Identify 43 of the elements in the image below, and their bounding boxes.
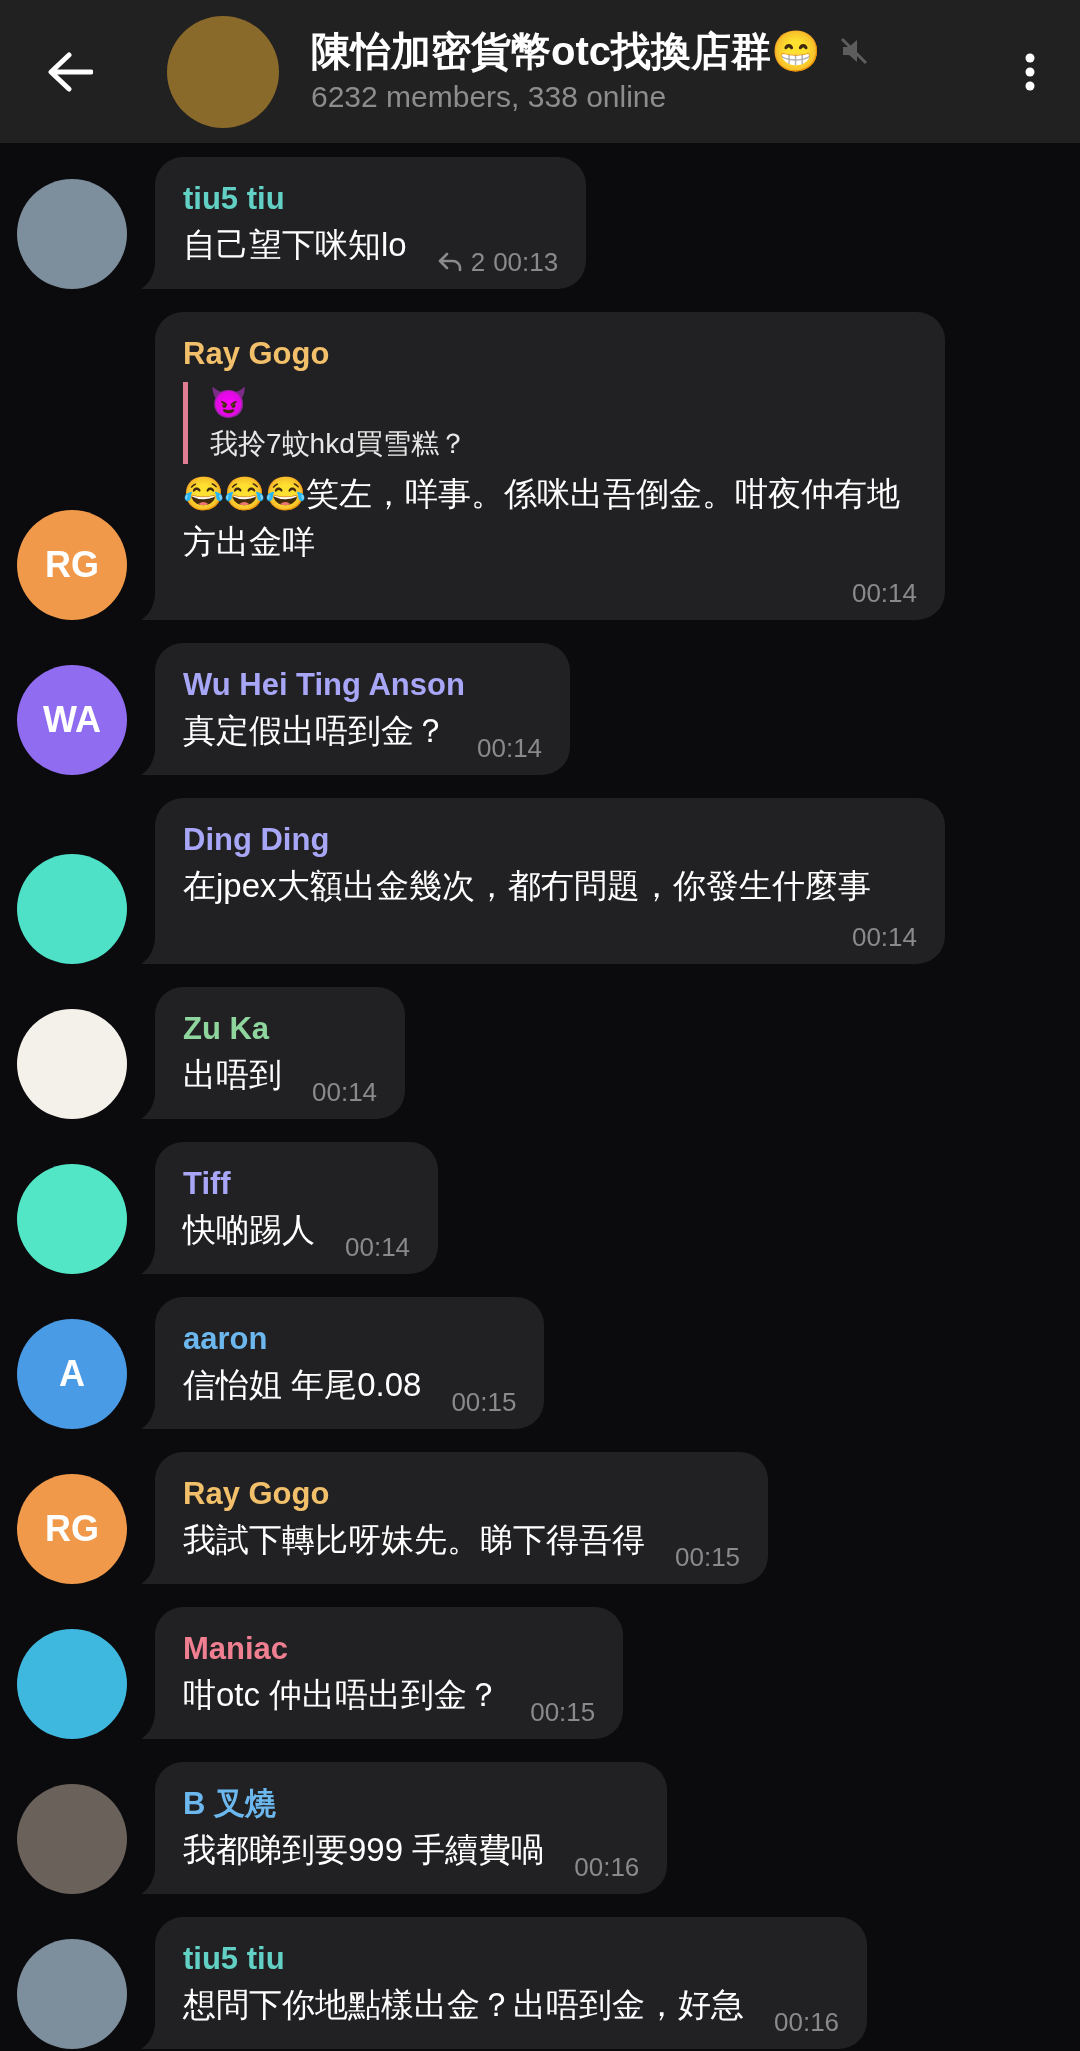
sender-name[interactable]: Wu Hei Ting Anson [183,663,543,707]
reply-arrow-icon [436,251,463,273]
message-time: 00:15 [530,1696,596,1729]
message-time: 00:14 [851,577,917,610]
message-time: 00:14 [345,1231,411,1264]
message-text: 我都睇到要999 手續費喎 [183,1830,545,1870]
message-time: 00:13 [493,246,559,279]
message-time: 00:15 [451,1386,517,1419]
message-time: 00:16 [774,2006,840,2039]
sender-name[interactable]: B 叉燒 [183,1782,640,1826]
message-text: 信怡姐 年尾0.08 [183,1365,422,1405]
avatar-initials[interactable]: WA [17,665,127,775]
more-vertical-icon [1025,52,1035,91]
reply-quote[interactable]: 😈 我拎7蚊hkd買雪糕？ [183,382,917,464]
group-title: 陳怡加密貨幣otc找換店群😁 [311,27,821,75]
back-arrow-icon [47,51,93,92]
message-text: 我試下轉比呀妹先。睇下得吾得 [183,1520,645,1560]
sender-name[interactable]: aaron [183,1317,517,1361]
message-text: 在jpex大額出金幾次，都冇問題，你發生什麼事 [183,866,871,906]
sender-name[interactable]: Tiff [183,1162,411,1206]
message-time: 00:16 [574,1851,640,1884]
message-time: 00:15 [675,1541,741,1574]
message-time: 00:14 [312,1076,378,1109]
message-text: 咁otc 仲出唔出到金？ [183,1675,501,1715]
message-text: 出唔到 [183,1055,282,1095]
sender-name[interactable]: tiu5 tiu [183,1937,840,1981]
sender-name[interactable]: Maniac [183,1627,596,1671]
sender-name[interactable]: tiu5 tiu [183,177,559,221]
quote-emoji: 😈 [210,385,247,421]
message-text: 😂😂😂笑左，咩事。係咪出吾倒金。咁夜仲有地方出金咩 [183,474,901,562]
quote-text: 我拎7蚊hkd買雪糕？ [210,427,467,461]
sender-name[interactable]: Ding Ding [183,818,917,862]
member-count: 6232 members, 338 online [311,78,668,115]
message-text: 想問下你地點樣出金？出唔到金，好急 [183,1985,744,2025]
sender-name[interactable]: Zu Ka [183,1007,378,1051]
message-time: 00:14 [851,921,917,954]
sender-name[interactable]: Ray Gogo [183,1472,741,1516]
sender-name[interactable]: Ray Gogo [183,332,917,376]
message-time: 00:14 [477,732,543,765]
message-text: 真定假出唔到金？ [183,711,447,751]
message-text: 自己望下咪知lo [183,225,407,265]
message-text: 快啲踢人 [183,1210,315,1250]
reply-count: 2 [470,246,486,279]
